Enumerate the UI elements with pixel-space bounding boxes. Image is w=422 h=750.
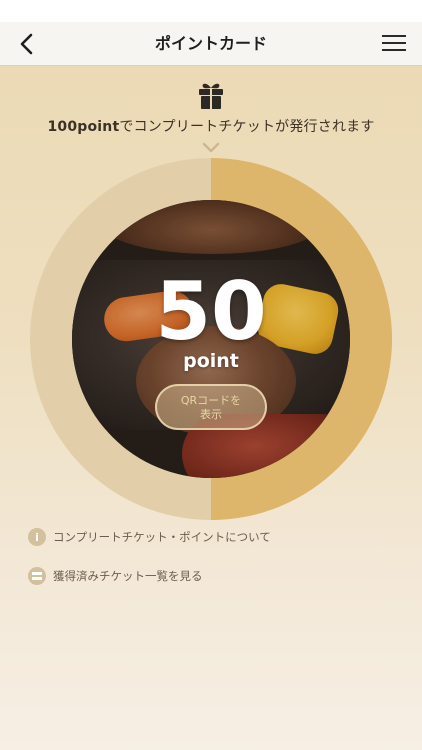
about-tickets-label: コンプリートチケット・ポイントについて [53,530,271,544]
chevron-down-icon [202,142,220,153]
menu-button[interactable] [382,31,408,57]
nav-bar: ポイントカード [0,22,422,66]
info-icon: i [28,528,46,546]
hamburger-menu-icon [382,35,406,37]
about-tickets-link[interactable]: i コンプリートチケット・ポイントについて [28,527,271,547]
page-title: ポイントカード [154,34,267,53]
show-qr-code-button[interactable]: QRコードを 表示 [155,384,267,430]
completion-message: 100pointでコンプリートチケットが発行されます [0,116,422,136]
points-required: 100point [47,119,120,135]
qr-button-label: QRコードを 表示 [180,394,242,421]
acquired-tickets-link[interactable]: 獲得済みチケット一覧を見る [28,566,203,586]
ticket-icon [28,567,46,585]
completion-message-text: でコンプリートチケットが発行されます [119,119,375,135]
gift-icon [199,83,223,109]
points-unit: point [183,350,239,372]
acquired-tickets-label: 獲得済みチケット一覧を見る [53,569,203,583]
points-value: 50 [155,265,267,358]
status-bar [0,0,422,22]
